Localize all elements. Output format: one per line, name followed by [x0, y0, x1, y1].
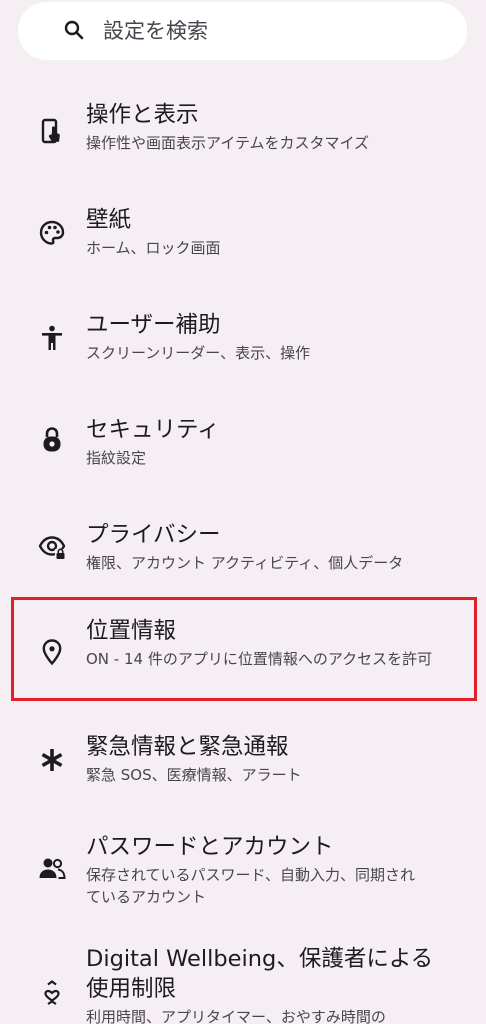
settings-item-title: パスワードとアカウント	[86, 834, 334, 860]
settings-item-accessibility[interactable]: ユーザー補助 スクリーンリーダー、表示、操作	[0, 300, 486, 380]
search-icon	[62, 18, 86, 42]
wellbeing-icon	[38, 978, 66, 1006]
privacy-eye-icon	[38, 532, 66, 560]
accounts-icon	[38, 854, 66, 882]
settings-item-summary: 指紋設定	[86, 449, 147, 467]
palette-icon	[38, 219, 66, 247]
settings-screen: 設定を検索 操作と表示 操作性や画面表示アイテムをカスタマイズ 壁紙 ホーム、ロ…	[0, 0, 486, 1024]
settings-item-summary: 保存されているパスワード、自動入力、同期されているアカウント	[86, 866, 415, 906]
settings-item-title: 壁紙	[86, 207, 132, 233]
lock-icon	[38, 425, 66, 453]
settings-item-title: ユーザー補助	[86, 312, 221, 338]
settings-item-title: 操作と表示	[86, 102, 199, 128]
settings-item-summary: ホーム、ロック画面	[86, 239, 221, 257]
settings-item-title: Digital Wellbeing、保護者による使用制限	[86, 946, 434, 1002]
settings-item-summary: 緊急 SOS、医療情報、アラート	[86, 766, 302, 784]
search-bar[interactable]: 設定を検索	[18, 2, 467, 60]
settings-item-emergency[interactable]: 緊急情報と緊急通報 緊急 SOS、医療情報、アラート	[0, 722, 486, 802]
settings-item-digital-wellbeing[interactable]: Digital Wellbeing、保護者による使用制限 利用時間、アプリタイマ…	[0, 938, 486, 1024]
highlight-box	[11, 597, 477, 701]
settings-item-display[interactable]: 操作と表示 操作性や画面表示アイテムをカスタマイズ	[0, 90, 486, 170]
settings-item-title: セキュリティ	[86, 417, 220, 443]
settings-item-summary: 利用時間、アプリタイマー、おやすみ時間の	[86, 1008, 386, 1024]
settings-item-summary: スクリーンリーダー、表示、操作	[86, 344, 311, 362]
settings-item-passwords-accounts[interactable]: パスワードとアカウント 保存されているパスワード、自動入力、同期されているアカウ…	[0, 820, 486, 910]
settings-item-privacy[interactable]: プライバシー 権限、アカウント アクティビティ、個人データ	[0, 510, 486, 590]
settings-item-summary: 操作性や画面表示アイテムをカスタマイズ	[86, 134, 370, 152]
settings-item-title: プライバシー	[86, 522, 221, 548]
settings-item-wallpaper[interactable]: 壁紙 ホーム、ロック画面	[0, 195, 486, 275]
touch-app-icon	[38, 118, 66, 146]
settings-item-summary: 権限、アカウント アクティビティ、個人データ	[86, 554, 404, 572]
asterisk-icon	[38, 746, 66, 774]
settings-item-security[interactable]: セキュリティ 指紋設定	[0, 405, 486, 485]
search-placeholder: 設定を検索	[103, 19, 208, 43]
settings-item-title: 緊急情報と緊急通報	[86, 734, 289, 760]
accessibility-icon	[38, 324, 66, 352]
